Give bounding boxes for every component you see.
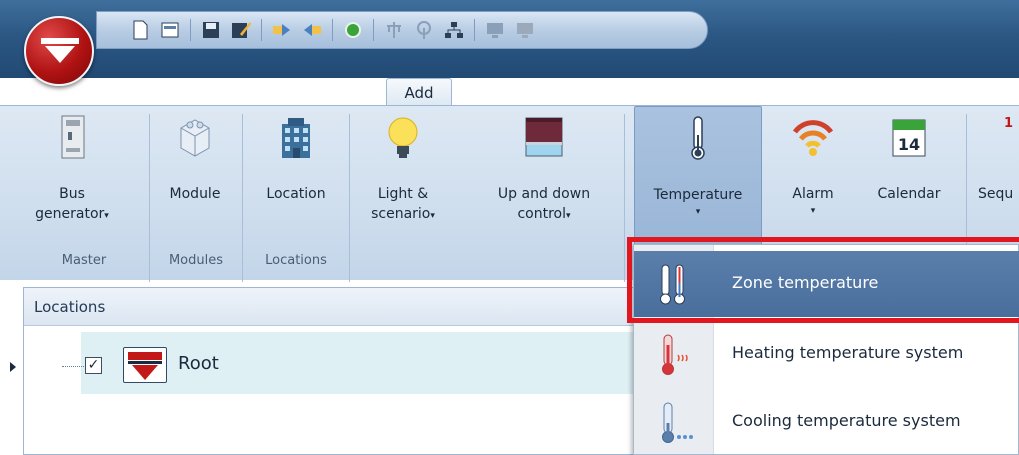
group-label-modules: Modules [168,253,224,268]
module-label: Module [169,186,221,202]
group-separator [624,114,625,282]
temperature-dropdown-menu: Zone temperature Heating temperature sys… [633,244,1019,455]
cooling-temperature-icon [662,402,693,443]
temperature-dropdown-arrow: ▾ [695,207,701,217]
root-node-label[interactable]: Root [178,353,219,374]
alarm-icon [792,120,834,156]
zone-temperature-icon [660,264,685,305]
carlo-gavazzi-logo-icon [123,347,167,383]
tab-views[interactable]: Views [186,78,248,106]
menu-tab-bar: File Views Reports Add Program setup Mod… [0,72,1019,106]
light-scenario-label: Light & scenario▾ [371,186,435,222]
toolbar-separator [332,19,333,41]
tab-add[interactable]: Add [386,78,452,106]
sequence-icon: 1 [1004,116,1014,131]
location-button[interactable]: Location [246,106,346,246]
calendar-icon: 14 [892,119,926,157]
tab-program-setup[interactable]: Program setup [474,78,620,106]
bus-tree-icon[interactable] [381,17,407,43]
root-checkbox[interactable]: ✓ [85,357,102,374]
bus-generator-button[interactable]: Bus generator▾ [20,106,124,246]
heating-temperature-label: Heating temperature system [732,343,964,362]
thermometer-icon [691,116,705,160]
menu-item-heating-temperature-system[interactable]: Heating temperature system [634,321,1019,387]
calendar-label: Calendar [877,186,941,202]
group-label-master: Master [61,253,107,268]
sequence-button[interactable]: 1 Sequ [974,106,1019,246]
tab-reports[interactable]: Reports [278,78,364,106]
alarm-button[interactable]: Alarm ▾ [770,106,856,246]
bus-generator-icon [61,115,85,159]
display-icon[interactable] [512,17,538,43]
tab-database[interactable]: Database [762,78,862,106]
light-scenario-button[interactable]: Light & scenario▾ [356,106,450,246]
toolbar-separator [261,19,262,41]
quick-access-toolbar [96,11,708,49]
calendar-button[interactable]: 14 Calendar [864,106,954,246]
building-icon [282,118,310,158]
temperature-label: Temperature [653,187,743,203]
up-down-control-label: Up and down control▾ [497,186,591,222]
new-file-icon[interactable] [127,17,153,43]
zone-temperature-label: Zone temperature [732,273,879,292]
menu-item-cooling-temperature-system[interactable]: Cooling temperature system [634,389,1019,455]
alarm-dropdown-arrow: ▾ [810,206,816,216]
open-file-icon[interactable] [157,17,183,43]
tree-connector-line [62,366,84,367]
bus-generator-label: Bus generator▾ [35,186,109,222]
wireless-icon[interactable] [411,17,437,43]
settings-icon[interactable] [340,17,366,43]
location-label: Location [266,186,326,202]
heating-temperature-icon [662,334,688,375]
group-separator [349,114,350,282]
monitor-icon[interactable] [482,17,508,43]
menu-item-zone-temperature[interactable]: Zone temperature [634,251,1019,317]
up-down-control-button[interactable]: Up and down control▾ [474,106,614,246]
light-bulb-icon [388,117,418,158]
network-icon[interactable] [441,17,467,43]
tab-help[interactable]: Help [886,78,946,106]
toolbar-separator [474,19,475,41]
calendar-day-text: 14 [898,135,920,154]
toolbar-separator [190,19,191,41]
app-logo-icon [41,38,79,63]
application-menu-button[interactable] [24,16,94,86]
temperature-button[interactable]: Temperature ▾ [634,106,762,246]
cooling-temperature-label: Cooling temperature system [732,411,961,430]
tree-row-root[interactable] [81,332,681,394]
module-icon [180,119,210,157]
expand-arrow-icon[interactable] [10,362,16,372]
import-icon[interactable] [269,17,295,43]
window-shutter-icon [525,117,563,157]
sequence-label: Sequ [978,186,1014,202]
module-button[interactable]: Module [152,106,238,246]
tab-file[interactable]: File [116,78,168,106]
group-label-locations: Locations [265,253,327,268]
tab-modbus[interactable]: Modbus [646,78,734,106]
save-as-icon[interactable] [228,17,254,43]
save-icon[interactable] [198,17,224,43]
toolbar-separator [373,19,374,41]
alarm-label: Alarm [792,186,834,202]
export-icon[interactable] [299,17,325,43]
